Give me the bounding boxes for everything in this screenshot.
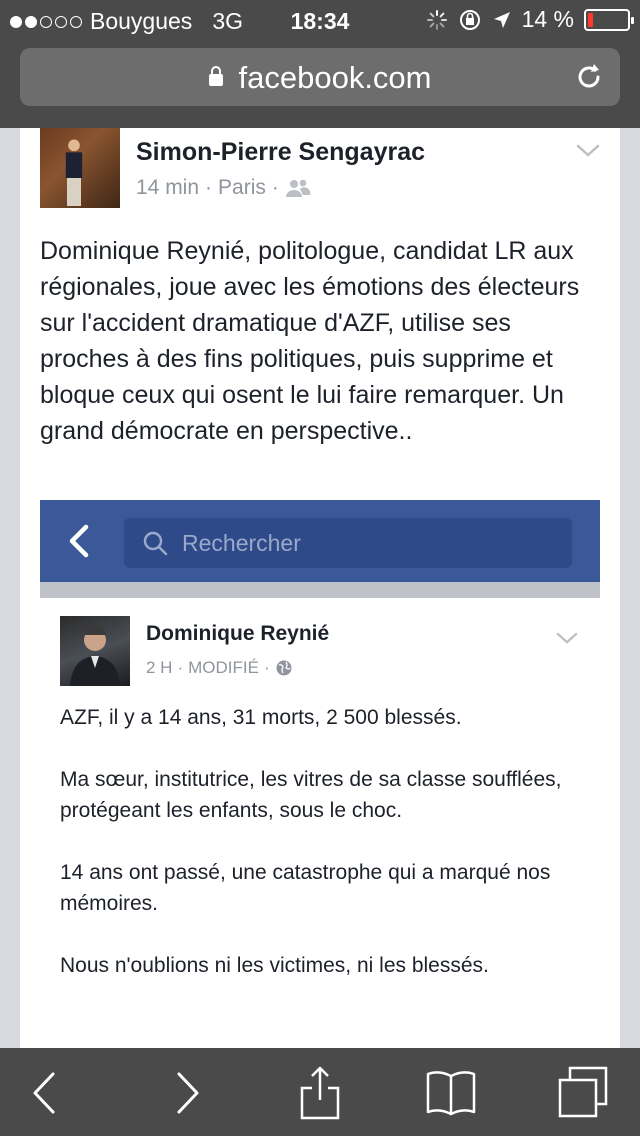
embedded-paragraph: AZF, il y a 14 ans, 31 morts, 2 500 bles… — [60, 706, 462, 729]
post-time[interactable]: 14 min — [136, 176, 199, 200]
url-text: facebook.com — [238, 60, 432, 95]
embedded-screenshot[interactable]: Rechercher Dominique Reynié 2 H · MODIFI… — [40, 500, 600, 1048]
embedded-author-avatar — [60, 616, 130, 686]
embedded-post-text: AZF, il y a 14 ans, 31 morts, 2 500 bles… — [60, 702, 580, 1012]
battery-percentage: 14 % — [521, 6, 574, 32]
status-bar: Bouygues 3G 18:34 14 % — [0, 0, 640, 42]
globe-icon — [276, 660, 292, 676]
embedded-search-bar: Rechercher — [124, 518, 572, 568]
battery-level — [588, 12, 593, 27]
battery-icon — [584, 8, 634, 31]
post-body-text: Dominique Reynié, politologue, candidat … — [40, 237, 580, 445]
forward-icon[interactable] — [160, 1066, 214, 1120]
embedded-modified-label: MODIFIÉ — [188, 658, 259, 677]
friends-icon — [285, 179, 311, 197]
location-arrow-icon — [493, 11, 510, 28]
browser-chrome-top: Bouygues 3G 18:34 14 % facebook.com — [0, 0, 640, 128]
embedded-post-time: 2 H — [146, 658, 173, 677]
post-location[interactable]: Paris — [218, 176, 266, 200]
author-avatar[interactable] — [40, 128, 120, 208]
post-options-chevron-icon[interactable] — [576, 144, 600, 158]
tabs-icon[interactable] — [556, 1066, 610, 1120]
search-icon — [143, 531, 168, 556]
status-right: 14 % — [426, 6, 634, 33]
embedded-options-chevron-icon — [556, 632, 578, 644]
phone-screen: Bouygues 3G 18:34 14 % facebook.com Simo… — [0, 0, 640, 1136]
post-meta: 14 min · Paris · — [136, 176, 311, 200]
orientation-lock-icon — [459, 9, 480, 30]
url-display[interactable]: facebook.com — [20, 60, 620, 96]
embedded-divider — [40, 582, 600, 598]
back-chevron-icon — [69, 524, 89, 558]
reload-icon[interactable] — [572, 60, 606, 94]
facebook-post: Simon-Pierre Sengayrac 14 min · Paris · … — [20, 128, 620, 1048]
embedded-navbar: Rechercher — [40, 500, 600, 582]
person-portrait — [70, 626, 120, 686]
search-placeholder: Rechercher — [182, 530, 301, 556]
meta-separator: · — [205, 176, 213, 199]
post-author-name[interactable]: Simon-Pierre Sengayrac — [136, 138, 425, 167]
embedded-post-meta: 2 H · MODIFIÉ · — [146, 658, 293, 678]
embedded-paragraph: 14 ans ont passé, une catastrophe qui a … — [60, 861, 551, 915]
person-figure — [65, 139, 83, 206]
meta-separator: · — [271, 176, 279, 199]
meta-separator: · — [177, 658, 184, 677]
embedded-author-name: Dominique Reynié — [146, 622, 330, 645]
lock-icon — [208, 66, 223, 86]
embedded-post-card: Dominique Reynié 2 H · MODIFIÉ · AZF, il… — [40, 598, 600, 1048]
embedded-paragraph: Nous n'oublions ni les victimes, ni les … — [60, 954, 489, 977]
share-icon[interactable] — [293, 1066, 347, 1120]
embedded-paragraph: Ma sœur, institutrice, les vitres de sa … — [60, 768, 562, 822]
meta-separator: · — [263, 658, 270, 677]
loading-spinner-icon — [426, 9, 447, 30]
address-bar[interactable]: facebook.com — [20, 48, 620, 106]
bookmarks-icon[interactable] — [424, 1066, 478, 1120]
back-icon[interactable] — [18, 1066, 72, 1120]
browser-toolbar — [0, 1048, 640, 1136]
